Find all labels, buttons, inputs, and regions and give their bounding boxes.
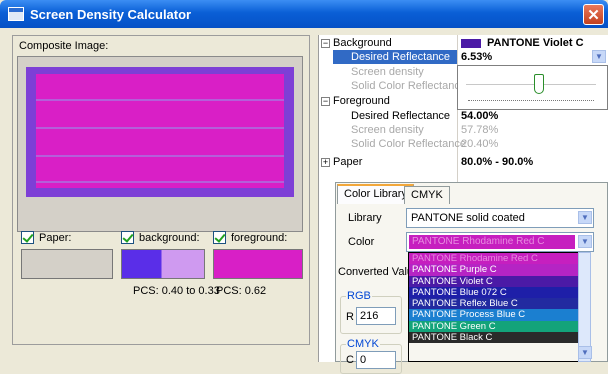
paper-checkbox-label: Paper: <box>39 231 72 244</box>
r-label: R <box>346 311 354 323</box>
collapse-icon[interactable]: − <box>321 38 330 48</box>
cmyk-group-label: CMYK <box>346 338 380 350</box>
fg-solid-reflectance-value: 20.40% <box>461 138 499 150</box>
color-dropdown-list[interactable]: PANTONE Rhodamine Red C PANTONE Purple CP… <box>408 252 590 362</box>
composite-panel: Composite Image: Paper: background: fore… <box>12 35 310 345</box>
converted-values-label: Converted Valu <box>338 266 414 278</box>
scroll-down-icon[interactable]: ▼ <box>578 346 592 359</box>
bg-desired-reflectance-label: Desired Reflectance <box>351 51 451 63</box>
foreground-pcs: PCS: 0.62 <box>216 285 267 297</box>
fg-solid-reflectance-label: Solid Color Reflectance <box>351 138 466 150</box>
tab-color-library[interactable]: Color Library <box>337 184 414 204</box>
c-label: C <box>346 354 354 366</box>
chevron-down-icon[interactable]: ▼ <box>592 50 606 63</box>
category-foreground: Foreground <box>333 95 390 107</box>
close-button[interactable]: ✕ <box>583 4 604 25</box>
dropdown-option[interactable]: PANTONE Reflex Blue C <box>409 298 589 310</box>
library-label: Library <box>348 212 382 224</box>
dropdown-option[interactable]: PANTONE Blue 072 C <box>409 286 589 299</box>
dropdown-option[interactable]: PANTONE Violet C <box>409 275 589 287</box>
foreground-checkbox-label: foreground: <box>231 231 288 244</box>
foreground-swatch <box>213 249 303 279</box>
c-input[interactable]: 0 <box>356 351 396 369</box>
background-pcs: PCS: 0.40 to 0.33 <box>133 285 220 297</box>
slider-track[interactable] <box>466 84 596 86</box>
chevron-down-icon[interactable]: ▼ <box>578 211 592 224</box>
background-checkbox[interactable] <box>121 231 134 244</box>
dropdown-option[interactable]: PANTONE Green C <box>409 320 589 333</box>
window-title: Screen Density Calculator <box>30 6 192 22</box>
grid-row-bg-desired[interactable]: Desired Reflectance 6.53% ▼ <box>319 50 608 64</box>
color-select[interactable]: PANTONE Rhodamine Red C ▼ <box>406 232 594 252</box>
library-select-value: PANTONE solid coated <box>411 212 525 224</box>
fg-screen-density-value: 57.78% <box>461 124 499 136</box>
bg-screen-density-label: Screen density <box>351 66 424 78</box>
grid-row-fg-desired[interactable]: Desired Reflectance 54.00% <box>319 110 608 122</box>
expand-icon[interactable]: + <box>321 157 330 167</box>
paper-value: 80.0% - 90.0% <box>461 156 534 168</box>
foreground-stripe <box>36 155 284 157</box>
paper-swatch <box>21 249 113 279</box>
tab-cmyk[interactable]: CMYK <box>404 186 450 204</box>
color-select-value: PANTONE Rhodamine Red C <box>409 235 575 249</box>
title-bar: Screen Density Calculator ✕ <box>0 0 608 28</box>
foreground-stripe <box>36 181 284 183</box>
category-background: Background <box>333 37 392 49</box>
slider-thumb[interactable] <box>534 74 544 94</box>
fg-desired-reflectance-label: Desired Reflectance <box>351 110 451 122</box>
library-select[interactable]: PANTONE solid coated ▼ <box>406 208 594 228</box>
slider-ticks <box>468 100 594 101</box>
color-label: Color <box>348 236 375 248</box>
composite-image <box>17 56 303 232</box>
reflectance-slider-popup <box>457 65 608 110</box>
foreground-checkbox[interactable] <box>213 231 226 244</box>
grid-row-fg-solid: Solid Color Reflectance 20.40% <box>319 138 608 150</box>
foreground-rectangle <box>36 74 284 188</box>
dropdown-option[interactable]: PANTONE Purple C <box>409 264 589 276</box>
dropdown-option[interactable]: PANTONE Black C <box>409 332 589 344</box>
background-swatch <box>121 249 205 279</box>
grid-row-background[interactable]: − Background PANTONE Violet C <box>319 37 608 49</box>
fg-screen-density-label: Screen density <box>351 124 424 136</box>
foreground-checkbox-row[interactable]: foreground: <box>213 231 287 244</box>
foreground-stripe <box>36 99 284 101</box>
fg-desired-reflectance-value[interactable]: 54.00% <box>461 110 498 122</box>
collapse-icon[interactable]: − <box>321 96 330 106</box>
background-checkbox-label: background: <box>139 231 200 244</box>
close-icon: ✕ <box>587 6 600 24</box>
grid-row-paper[interactable]: + Paper 80.0% - 90.0% <box>319 156 608 168</box>
violet-color-swatch <box>461 39 481 48</box>
background-color-value: PANTONE Violet C <box>487 37 584 49</box>
app-icon <box>8 7 24 21</box>
dropdown-option[interactable]: PANTONE Process Blue C <box>409 309 589 321</box>
category-paper: Paper <box>333 156 363 168</box>
dropdown-option[interactable]: PANTONE Rhodamine Red C <box>409 253 589 265</box>
background-checkbox-row[interactable]: background: <box>121 231 200 244</box>
grid-row-fg-density: Screen density 57.78% <box>319 124 608 136</box>
foreground-stripe <box>36 127 284 129</box>
r-input[interactable]: 216 <box>356 307 396 325</box>
chevron-down-icon[interactable]: ▼ <box>578 235 592 248</box>
paper-checkbox-row[interactable]: Paper: <box>21 231 71 244</box>
rgb-group-label: RGB <box>346 290 372 302</box>
composite-image-label: Composite Image: <box>19 40 109 52</box>
bg-solid-reflectance-label: Solid Color Reflectance <box>351 80 466 92</box>
bg-desired-reflectance-value[interactable]: 6.53% <box>461 51 492 63</box>
paper-checkbox[interactable] <box>21 231 34 244</box>
